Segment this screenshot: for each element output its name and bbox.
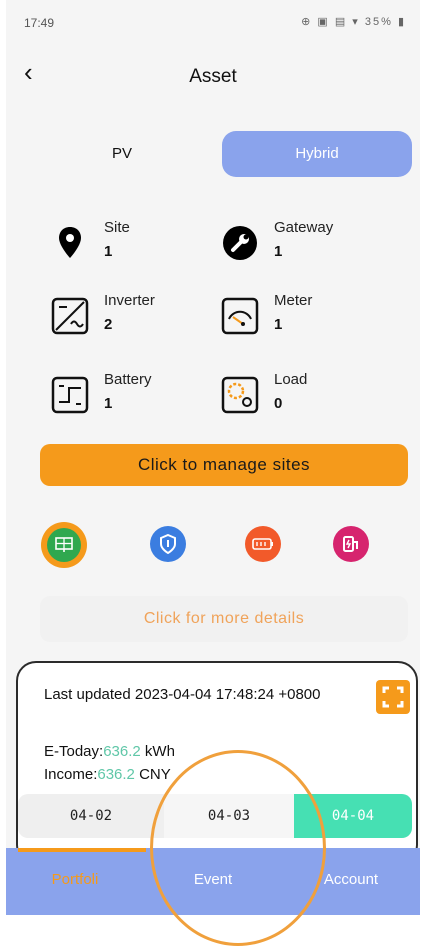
wrench-icon: [220, 223, 260, 263]
status-bar: 17:49 ⊕ ▣ ▤ ▾ 35% ▮: [6, 0, 420, 44]
location-pin-icon: [50, 223, 90, 263]
type-segment: PV Hybrid: [22, 131, 412, 177]
asset-meter[interactable]: Meter 1: [220, 292, 400, 352]
site-label: Site: [104, 219, 130, 236]
inverter-icon: [50, 296, 90, 336]
shield-icon[interactable]: [150, 526, 186, 562]
battery-icon: [50, 375, 90, 415]
date-chip[interactable]: 04-02: [18, 794, 164, 838]
status-icons: ⊕ ▣ ▤ ▾ 35% ▮: [301, 16, 406, 28]
e-today-label: E-Today:: [44, 743, 104, 760]
asset-site[interactable]: Site 1: [50, 219, 230, 279]
tab-pv[interactable]: PV: [22, 131, 222, 177]
more-details-button[interactable]: Click for more details: [40, 596, 408, 642]
header: ‹ Asset: [6, 44, 420, 104]
gear-load-icon: [220, 375, 260, 415]
income-row: Income:636.2 CNY: [44, 766, 171, 783]
income-label: Income:: [44, 766, 98, 783]
last-updated-text: Last updated 2023-04-04 17:48:24 +0800: [44, 686, 321, 703]
ev-charger-icon[interactable]: [333, 526, 369, 562]
asset-battery[interactable]: Battery 1: [50, 371, 230, 431]
meter-gauge-icon: [220, 296, 260, 336]
inverter-value: 2: [104, 316, 113, 333]
highlight-circle-annotation: [150, 750, 326, 946]
page-title: Asset: [189, 66, 237, 87]
income-value: 636.2: [97, 766, 135, 783]
fullscreen-icon[interactable]: [376, 680, 410, 714]
meter-value: 1: [274, 316, 283, 333]
tab-portfolio[interactable]: Portfoli: [6, 848, 144, 915]
status-time: 17:49: [24, 16, 55, 30]
income-unit: CNY: [134, 766, 171, 783]
inverter-label: Inverter: [104, 292, 155, 309]
e-today-value: 636.2: [103, 743, 141, 760]
meter-label: Meter: [274, 292, 313, 309]
battery-value: 1: [104, 395, 113, 412]
asset-inverter[interactable]: Inverter 2: [50, 292, 230, 352]
manage-sites-button[interactable]: Click to manage sites: [40, 444, 408, 486]
gateway-value: 1: [274, 243, 283, 260]
battery-label: Battery: [104, 371, 152, 388]
e-today-row: E-Today:636.2 kWh: [44, 743, 175, 760]
asset-gateway[interactable]: Gateway 1: [220, 219, 400, 279]
e-today-unit: kWh: [140, 743, 175, 760]
battery-pack-icon[interactable]: [245, 526, 281, 562]
load-label: Load: [274, 371, 308, 388]
asset-load[interactable]: Load 0: [220, 371, 400, 431]
load-value: 0: [274, 395, 283, 412]
tab-hybrid[interactable]: Hybrid: [222, 131, 412, 177]
site-value: 1: [104, 243, 113, 260]
solar-panel-icon[interactable]: [41, 522, 87, 568]
gateway-label: Gateway: [274, 219, 334, 236]
